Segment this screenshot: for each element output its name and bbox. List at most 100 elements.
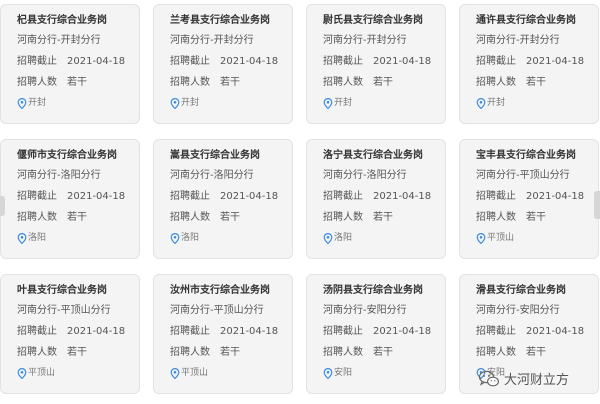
job-deadline-row: 招聘截止 2021-04-18 <box>17 56 139 68</box>
location-pin-icon <box>323 233 333 244</box>
deadline-value: 2021-04-18 <box>220 56 279 67</box>
location-pin-icon <box>323 368 333 379</box>
location-pin-icon <box>17 98 27 109</box>
headcount-value: 若干 <box>373 347 393 358</box>
location-text: 平顶山 <box>487 233 515 243</box>
deadline-label: 招聘截止 <box>17 56 57 67</box>
job-title: 汤阴县支行综合业务岗 <box>323 285 423 296</box>
headcount-label: 招聘人数 <box>323 77 363 88</box>
deadline-value: 2021-04-18 <box>220 326 279 337</box>
job-headcount-row: 招聘人数 若干 <box>323 212 445 224</box>
job-deadline-row: 招聘截止 2021-04-18 <box>323 191 445 203</box>
job-branch: 河南分行-平顶山分行 <box>17 305 111 316</box>
job-headcount-row: 招聘人数 若干 <box>323 347 445 359</box>
headcount-label: 招聘人数 <box>476 212 516 223</box>
headcount-value: 若干 <box>526 212 546 223</box>
deadline-value: 2021-04-18 <box>373 326 432 337</box>
job-card[interactable]: 洛宁县支行综合业务岗 河南分行-洛阳分行 招聘截止 2021-04-18 招聘人数… <box>306 139 446 259</box>
job-location: 平顶山 <box>17 368 139 379</box>
location-pin-icon <box>476 233 486 244</box>
headcount-value: 若干 <box>67 212 87 223</box>
headcount-value: 若干 <box>220 77 240 88</box>
job-location: 开封 <box>476 98 598 109</box>
deadline-value: 2021-04-18 <box>526 326 585 337</box>
location-text: 安阳 <box>334 368 353 378</box>
location-pin-icon <box>17 368 27 379</box>
deadline-label: 招聘截止 <box>476 191 516 202</box>
location-text: 洛阳 <box>28 233 47 243</box>
deadline-value: 2021-04-18 <box>526 191 585 202</box>
headcount-label: 招聘人数 <box>476 77 516 88</box>
job-branch: 河南分行-洛阳分行 <box>170 170 254 181</box>
job-branch: 河南分行-开封分行 <box>476 35 560 46</box>
deadline-label: 招聘截止 <box>170 191 210 202</box>
job-card[interactable]: 偃师市支行综合业务岗 河南分行-洛阳分行 招聘截止 2021-04-18 招聘人数… <box>0 139 140 259</box>
job-deadline-row: 招聘截止 2021-04-18 <box>476 191 598 203</box>
deadline-label: 招聘截止 <box>17 326 57 337</box>
watermark: 大河财立方 <box>478 369 569 388</box>
headcount-label: 招聘人数 <box>476 347 516 358</box>
job-card-grid: 杞县支行综合业务岗 河南分行-开封分行 招聘截止 2021-04-18 招聘人数若… <box>0 0 600 404</box>
job-deadline-row: 招聘截止 2021-04-18 <box>17 191 139 203</box>
job-headcount-row: 招聘人数 若干 <box>476 77 598 89</box>
location-text: 平顶山 <box>181 368 209 378</box>
job-location: 洛阳 <box>17 233 139 244</box>
job-branch: 河南分行-洛阳分行 <box>17 170 101 181</box>
scroll-left-handle[interactable] <box>0 196 5 216</box>
job-location: 平顶山 <box>170 368 292 379</box>
deadline-label: 招聘截止 <box>323 56 363 67</box>
job-headcount-row: 招聘人数 若干 <box>323 77 445 89</box>
location-text: 开封 <box>28 98 47 108</box>
headcount-value: 若干 <box>526 347 546 358</box>
location-pin-icon <box>476 98 486 109</box>
deadline-label: 招聘截止 <box>476 326 516 337</box>
job-card[interactable]: 汤阴县支行综合业务岗 河南分行-安阳分行 招聘截止 2021-04-18 招聘人数… <box>306 274 446 394</box>
location-pin-icon <box>17 233 27 244</box>
deadline-value: 2021-04-18 <box>373 191 432 202</box>
job-title: 杞县支行综合业务岗 <box>17 15 107 26</box>
job-title: 宝丰县支行综合业务岗 <box>476 150 576 161</box>
deadline-label: 招聘截止 <box>170 326 210 337</box>
job-headcount-row: 招聘人数 若干 <box>476 347 598 359</box>
location-text: 洛阳 <box>181 233 200 243</box>
job-headcount-row: 招聘人数 若干 <box>170 347 292 359</box>
headcount-label: 招聘人数 <box>323 347 363 358</box>
job-headcount-row: 招聘人数 若干 <box>17 212 139 224</box>
job-card[interactable]: 宝丰县支行综合业务岗 河南分行-平顶山分行 招聘截止 2021-04-18 招聘人… <box>459 139 599 259</box>
job-location: 洛阳 <box>323 233 445 244</box>
headcount-label: 招聘人数 <box>323 212 363 223</box>
deadline-value: 2021-04-18 <box>67 56 126 67</box>
job-deadline-row: 招聘截止 2021-04-18 <box>323 56 445 68</box>
deadline-value: 2021-04-18 <box>526 56 585 67</box>
deadline-value: 2021-04-18 <box>67 326 126 337</box>
job-title: 汝州市支行综合业务岗 <box>170 285 270 296</box>
location-pin-icon <box>323 98 333 109</box>
job-card[interactable]: 通许县支行综合业务岗 河南分行-开封分行 招聘截止 2021-04-18 招聘人数… <box>459 4 599 124</box>
job-location: 开封 <box>17 98 139 109</box>
job-branch: 河南分行-平顶山分行 <box>476 170 570 181</box>
job-title: 通许县支行综合业务岗 <box>476 15 576 26</box>
headcount-value: 若干 <box>220 347 240 358</box>
location-text: 洛阳 <box>334 233 353 243</box>
job-headcount-row: 招聘人数 若干 <box>170 77 292 89</box>
job-title: 偃师市支行综合业务岗 <box>17 150 117 161</box>
job-headcount-row: 招聘人数 若干 <box>17 347 139 359</box>
job-card[interactable]: 尉氏县支行综合业务岗 河南分行-开封分行 招聘截止 2021-04-18 招聘人数… <box>306 4 446 124</box>
job-location: 开封 <box>170 98 292 109</box>
deadline-label: 招聘截止 <box>476 56 516 67</box>
job-location: 平顶山 <box>476 233 598 244</box>
location-text: 开封 <box>487 98 506 108</box>
headcount-value: 若干 <box>526 77 546 88</box>
job-deadline-row: 招聘截止 2021-04-18 <box>323 326 445 338</box>
job-card[interactable]: 杞县支行综合业务岗 河南分行-开封分行 招聘截止 2021-04-18 招聘人数若… <box>0 4 140 124</box>
job-deadline-row: 招聘截止 2021-04-18 <box>170 56 292 68</box>
job-card[interactable]: 嵩县支行综合业务岗 河南分行-洛阳分行 招聘截止 2021-04-18 招聘人数若… <box>153 139 293 259</box>
job-branch: 河南分行-洛阳分行 <box>323 170 407 181</box>
location-pin-icon <box>170 233 180 244</box>
wechat-icon <box>478 370 500 388</box>
headcount-label: 招聘人数 <box>17 212 57 223</box>
job-card[interactable]: 叶县支行综合业务岗 河南分行-平顶山分行 招聘截止 2021-04-18 招聘人数… <box>0 274 140 394</box>
job-card[interactable]: 兰考县支行综合业务岗 河南分行-开封分行 招聘截止 2021-04-18 招聘人数… <box>153 4 293 124</box>
job-card[interactable]: 汝州市支行综合业务岗 河南分行-平顶山分行 招聘截止 2021-04-18 招聘人… <box>153 274 293 394</box>
scroll-right-handle[interactable] <box>594 191 600 219</box>
